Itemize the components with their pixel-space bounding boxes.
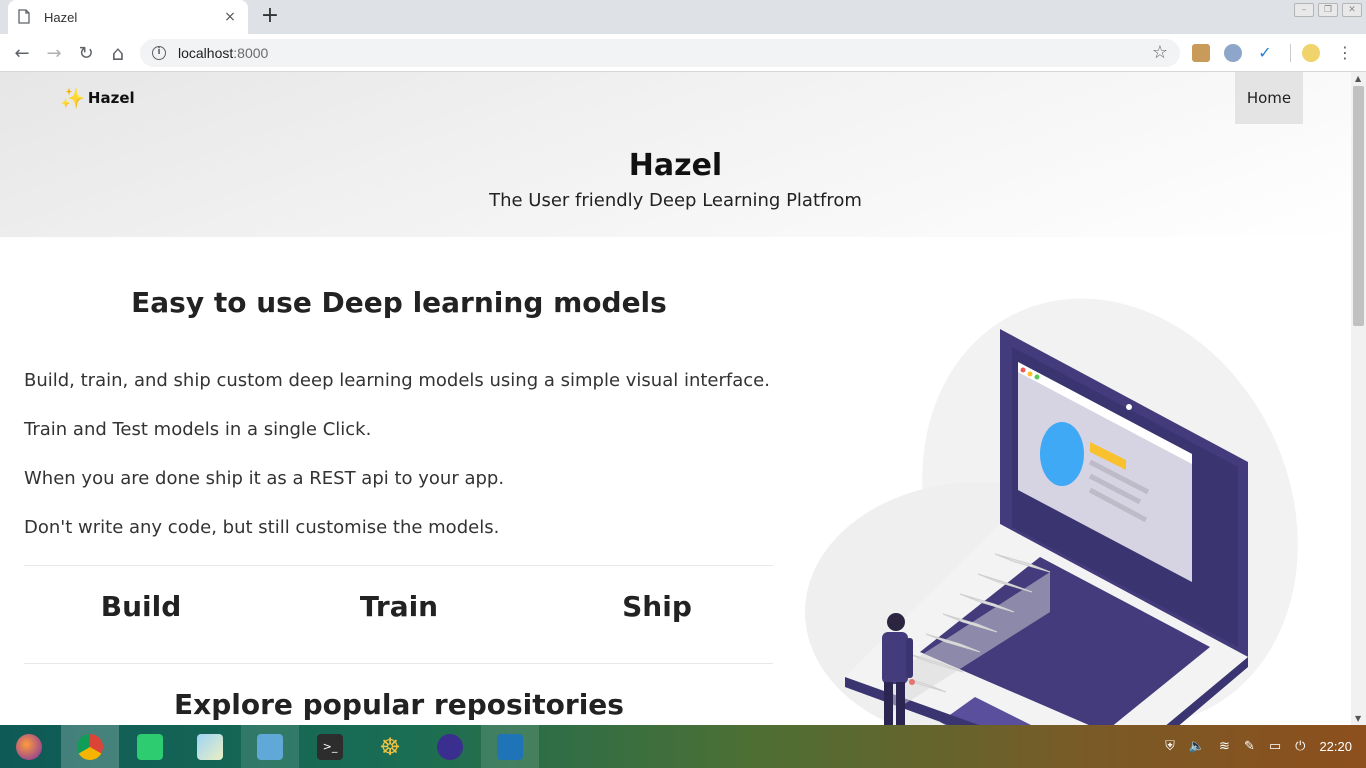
divider: [24, 663, 773, 664]
system-tray: ⛨ 🔈 ≋ ✎ ▭ ⏻ 22:20: [1165, 725, 1366, 768]
vscode-taskbar-icon[interactable]: [481, 725, 539, 768]
feature-line: When you are done ship it as a REST api …: [24, 468, 505, 489]
window-dot-red: [1020, 367, 1026, 373]
reload-button[interactable]: ↻: [74, 41, 98, 65]
extension-circle-icon[interactable]: [1224, 44, 1242, 62]
webcam-dot: [1126, 404, 1132, 410]
step-build: Build: [100, 590, 182, 623]
new-tab-button[interactable]: +: [258, 5, 282, 29]
scroll-down-icon[interactable]: ▼: [1355, 714, 1361, 723]
minimize-icon[interactable]: –: [1294, 3, 1314, 17]
restore-icon[interactable]: ❐: [1318, 3, 1338, 17]
url-port: :8000: [233, 45, 269, 61]
step-ship: Ship: [622, 590, 692, 623]
home-button[interactable]: ⌂: [106, 41, 130, 65]
scroll-up-icon[interactable]: ▲: [1355, 74, 1361, 83]
menu-kebab-icon[interactable]: ⋮: [1336, 44, 1354, 62]
os-taskbar: >_ ☸ ⛨ 🔈 ≋ ✎ ▭ ⏻ 22:20: [0, 725, 1366, 768]
extension-check-icon[interactable]: ✓: [1256, 44, 1274, 62]
address-bar[interactable]: i localhost :8000 ☆: [140, 39, 1180, 67]
screen-chart-circle: [1040, 422, 1084, 486]
monitor-taskbar-icon[interactable]: [421, 725, 479, 768]
feature-line: Train and Test models in a single Click.: [24, 419, 372, 440]
window-controls: – ❐ ✕: [1294, 3, 1362, 17]
url-host: localhost: [178, 45, 234, 61]
scrollbar-thumb[interactable]: [1353, 86, 1364, 326]
bookmark-star-icon[interactable]: ☆: [1152, 42, 1168, 63]
launcher-icon[interactable]: [0, 725, 58, 768]
tab-title: Hazel: [44, 9, 78, 25]
divider: [24, 565, 773, 566]
info-icon[interactable]: i: [152, 46, 166, 60]
nav-home-link[interactable]: Home: [1235, 72, 1303, 124]
feature-line: Build, train, and ship custom deep learn…: [24, 370, 770, 391]
close-window-icon[interactable]: ✕: [1342, 3, 1362, 17]
hero-subtitle: The User friendly Deep Learning Platfrom: [489, 190, 862, 211]
page-icon: [18, 9, 32, 25]
chrome-taskbar-icon[interactable]: [61, 725, 119, 768]
clock[interactable]: 22:20: [1319, 739, 1352, 754]
battery-icon[interactable]: ▭: [1269, 739, 1281, 754]
page-viewport: ✨ Hazel Home Hazel The User friendly Dee…: [0, 72, 1351, 725]
page-scrollbar[interactable]: ▲ ▼: [1351, 72, 1366, 725]
explore-heading: Explore popular repositories: [174, 688, 624, 721]
browser-tabstrip: Hazel × + – ❐ ✕: [0, 0, 1366, 34]
back-button[interactable]: ←: [10, 41, 34, 65]
window-dot-green: [1034, 374, 1040, 380]
browser-toolbar: ← → ↻ ⌂ i localhost :8000 ☆ ✓ ⋮: [0, 34, 1366, 72]
pen-icon[interactable]: ✎: [1244, 739, 1255, 754]
tab-hazel[interactable]: Hazel ×: [8, 0, 248, 34]
files-taskbar-icon[interactable]: [241, 725, 299, 768]
helm-taskbar-icon[interactable]: ☸: [361, 725, 419, 768]
feature-line: Don't write any code, but still customis…: [24, 517, 500, 538]
sparkles-icon: ✨: [60, 86, 85, 110]
shield-icon[interactable]: ⛨: [1165, 739, 1175, 754]
editor-taskbar-icon[interactable]: [121, 725, 179, 768]
profile-avatar[interactable]: [1302, 44, 1320, 62]
maps-taskbar-icon[interactable]: [181, 725, 239, 768]
toolbar-divider: [1290, 44, 1291, 62]
terminal-taskbar-icon[interactable]: >_: [301, 725, 359, 768]
extension-box-icon[interactable]: [1192, 44, 1210, 62]
hero-title: Hazel: [628, 148, 723, 183]
step-train: Train: [359, 590, 439, 623]
forward-button[interactable]: →: [42, 41, 66, 65]
laptop-illustration: [805, 298, 1298, 725]
power-icon[interactable]: ⏻: [1295, 739, 1305, 754]
wifi-icon[interactable]: ≋: [1219, 739, 1230, 754]
window-dot-yellow: [1027, 371, 1033, 377]
brand-name: Hazel: [87, 89, 135, 107]
hero-section: ✨ Hazel Home Hazel The User friendly Dee…: [0, 72, 1351, 237]
navbar-brand[interactable]: ✨ Hazel: [60, 86, 135, 110]
close-tab-icon[interactable]: ×: [222, 9, 238, 25]
features-heading: Easy to use Deep learning models: [131, 286, 667, 319]
volume-icon[interactable]: 🔈: [1189, 739, 1205, 754]
